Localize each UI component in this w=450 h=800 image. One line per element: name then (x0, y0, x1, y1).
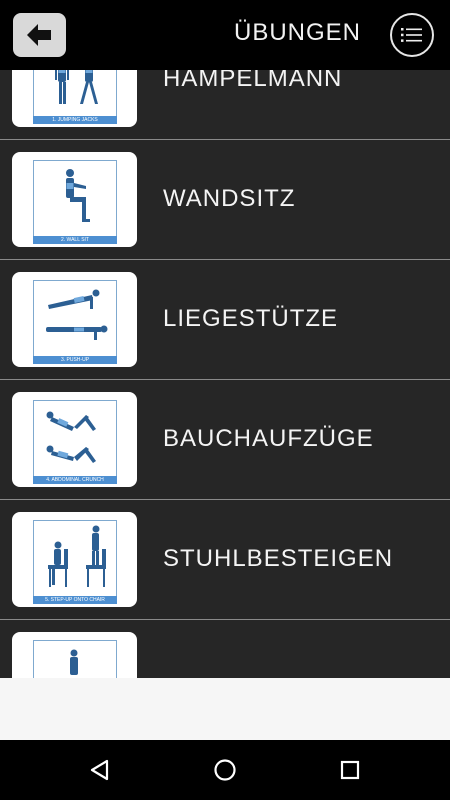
exercise-illustration: 3. PUSH-UP (12, 272, 137, 367)
back-button[interactable] (13, 13, 66, 57)
menu-button[interactable] (390, 13, 434, 57)
exercise-caption: 5. STEP-UP ONTO CHAIR (33, 596, 117, 604)
top-app-bar: ÜBUNGEN (0, 0, 450, 70)
system-navigation-bar (0, 740, 450, 800)
exercise-illustration: 1. JUMPING JACKS (12, 70, 137, 127)
exercise-illustration: 4. ABDOMINAL CRUNCH (12, 392, 137, 487)
exercise-label: LIEGESTÜTZE (163, 305, 339, 332)
exercise-row-partial[interactable] (0, 620, 450, 678)
exercise-illustration: 2. WALL SIT (12, 152, 137, 247)
nav-back-button[interactable] (85, 755, 115, 785)
nav-back-triangle-icon (90, 759, 109, 781)
exercise-label: WANDSITZ (163, 185, 296, 212)
nav-recent-square-icon (340, 760, 360, 780)
exercise-caption: 4. ABDOMINAL CRUNCH (33, 476, 117, 484)
nav-recent-apps-button[interactable] (335, 755, 365, 785)
exercise-illustration (12, 632, 137, 678)
list-menu-icon (401, 28, 422, 42)
nav-home-circle-icon (214, 759, 236, 781)
exercise-row-step-up[interactable]: 5. STEP-UP ONTO CHAIR STUHLBESTEIGEN (0, 500, 450, 620)
nav-home-button[interactable] (210, 755, 240, 785)
exercise-caption: 1. JUMPING JACKS (33, 116, 117, 124)
exercise-row-wall-sit[interactable]: 2. WALL SIT WANDSITZ (0, 140, 450, 260)
exercise-illustration: 5. STEP-UP ONTO CHAIR (12, 512, 137, 607)
exercise-caption: 2. WALL SIT (33, 236, 117, 244)
bottom-panel (0, 678, 450, 740)
exercise-label: STUHLBESTEIGEN (163, 545, 394, 572)
exercise-label: BAUCHAUFZÜGE (163, 425, 374, 452)
exercise-row-abdominal-crunch[interactable]: 4. ABDOMINAL CRUNCH BAUCHAUFZÜGE (0, 380, 450, 500)
exercise-list[interactable]: 1. JUMPING JACKS HAMPELMANN 2. WALL SIT … (0, 70, 450, 678)
exercise-row-push-up[interactable]: 3. PUSH-UP LIEGESTÜTZE (0, 260, 450, 380)
back-arrow-icon (26, 24, 51, 46)
exercise-caption: 3. PUSH-UP (33, 356, 117, 364)
exercise-label: HAMPELMANN (163, 70, 343, 92)
page-title: ÜBUNGEN (233, 19, 361, 46)
exercise-row-jumping-jacks[interactable]: 1. JUMPING JACKS HAMPELMANN (0, 70, 450, 140)
